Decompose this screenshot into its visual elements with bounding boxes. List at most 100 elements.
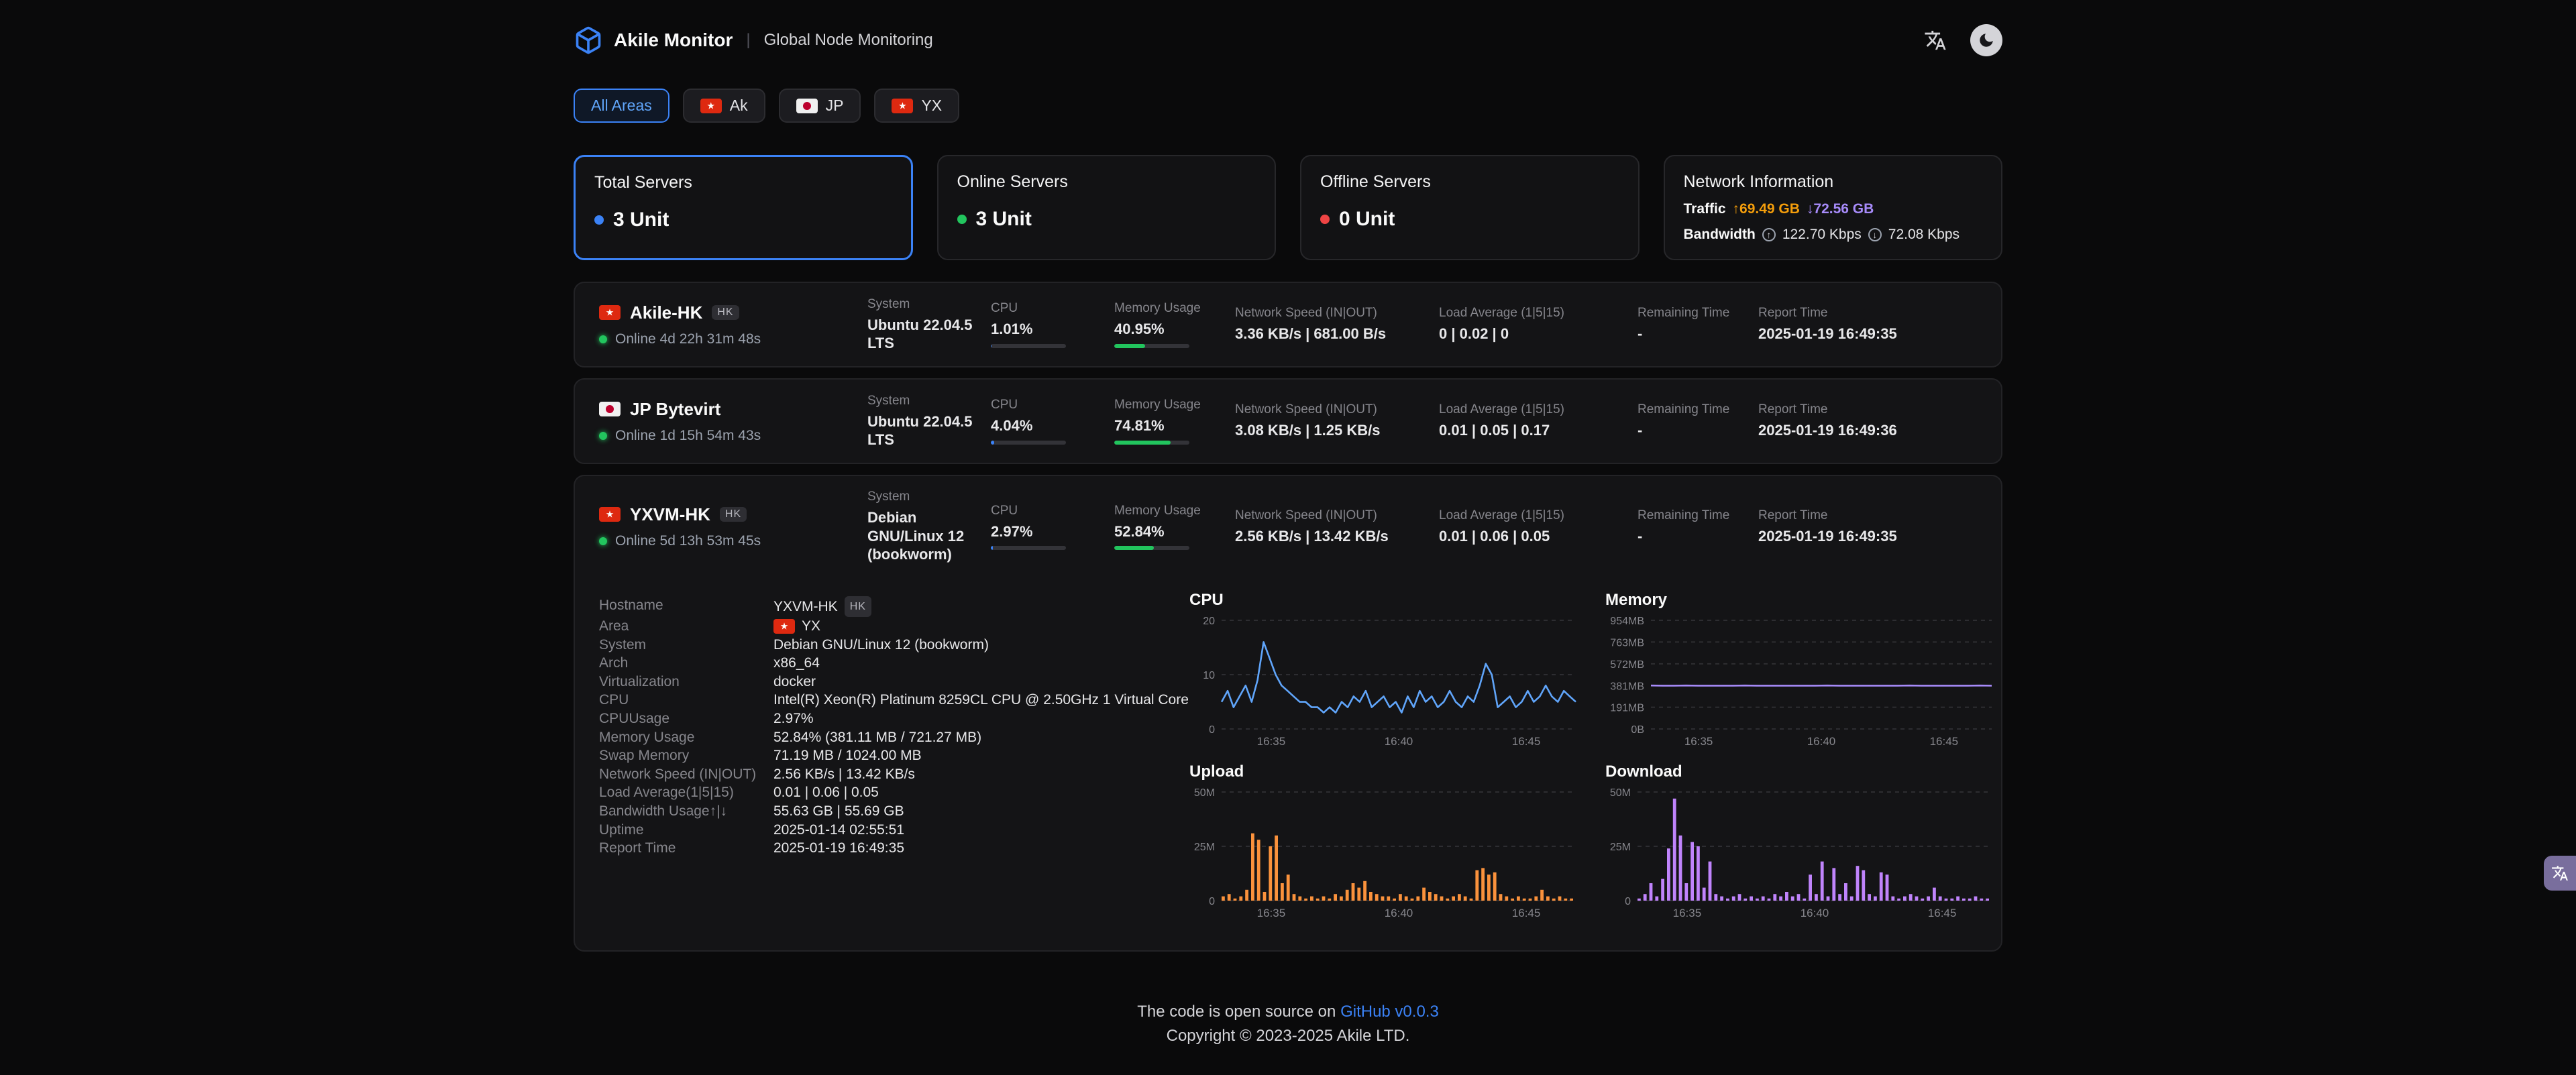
server-name: Akile-HK <box>630 302 702 323</box>
filter-label: YX <box>921 97 942 115</box>
brand-divider: | <box>746 31 750 50</box>
filter-label: JP <box>826 97 844 115</box>
footer-copyright: Copyright © 2023-2025 Akile LTD. <box>574 1027 2002 1045</box>
bandwidth-down-icon: ↓ <box>1868 228 1882 241</box>
info-report-time: Report Time2025-01-19 16:49:35 <box>599 839 1189 858</box>
bandwidth-label: Bandwidth <box>1684 227 1756 243</box>
filter-all-areas[interactable]: All Areas <box>574 89 669 123</box>
chart-title: CPU <box>1189 591 1581 610</box>
online-status-dot <box>599 432 607 440</box>
info-arch: Archx86_64 <box>599 654 1189 673</box>
cpu-cell: CPU2.97% <box>991 504 1114 551</box>
svg-text:16:40: 16:40 <box>1385 735 1413 748</box>
server-row-jp-bytevirt[interactable]: JP Bytevirt Online 1d 15h 54m 43s System… <box>574 378 2002 464</box>
info-cpu-usage: CPUUsage2.97% <box>599 710 1189 728</box>
topbar: Akile Monitor | Global Node Monitoring <box>574 0 2002 56</box>
server-row-akile-hk[interactable]: Akile-HK HK Online 4d 22h 31m 48s System… <box>574 282 2002 367</box>
server-list: Akile-HK HK Online 4d 22h 31m 48s System… <box>574 282 2002 952</box>
app-subtitle: Global Node Monitoring <box>764 31 933 50</box>
svg-text:16:40: 16:40 <box>1807 735 1836 748</box>
filter-yx[interactable]: YX <box>874 89 959 123</box>
memory-progress-bar <box>1114 344 1189 348</box>
status-text: Online 5d 13h 53m 45s <box>615 533 761 549</box>
floating-translate-button[interactable] <box>2544 856 2576 891</box>
traffic-up-value: ↑69.49 GB <box>1733 201 1800 217</box>
memory-progress-bar <box>1114 441 1189 445</box>
info-cpu: CPUIntel(R) Xeon(R) Platinum 8259CL CPU … <box>599 691 1189 710</box>
filter-label: All Areas <box>591 97 652 115</box>
status-text: Online 4d 22h 31m 48s <box>615 331 761 347</box>
card-title: Online Servers <box>957 172 1256 192</box>
download-chart: Download 025M50M16:3516:4016:45 <box>1605 762 1997 921</box>
report-cell: Report Time2025-01-19 16:49:36 <box>1758 402 1977 440</box>
github-link[interactable]: GitHub v0.0.3 <box>1340 1003 1439 1021</box>
remaining-cell: Remaining Time- <box>1638 402 1758 440</box>
svg-text:16:45: 16:45 <box>1512 907 1541 919</box>
region-badge: HK <box>720 507 747 522</box>
info-system: SystemDebian GNU/Linux 12 (bookworm) <box>599 636 1189 655</box>
filter-jp[interactable]: JP <box>779 89 861 123</box>
svg-text:25M: 25M <box>1194 842 1215 853</box>
online-servers-card[interactable]: Online Servers 3 Unit <box>937 155 1277 260</box>
svg-text:0: 0 <box>1209 724 1215 736</box>
memory-progress-bar <box>1114 546 1189 550</box>
online-dot-icon <box>957 215 967 224</box>
chart-title: Upload <box>1189 762 1581 781</box>
info-swap-memory: Swap Memory71.19 MB / 1024.00 MB <box>599 746 1189 765</box>
network-cell: Network Speed (IN|OUT)3.36 KB/s | 681.00… <box>1235 306 1439 343</box>
card-title: Total Servers <box>594 173 892 192</box>
hk-flag-icon <box>700 99 722 113</box>
svg-text:16:45: 16:45 <box>1928 907 1957 919</box>
online-status-dot <box>599 537 607 545</box>
app-logo-cube-icon <box>574 25 603 55</box>
memory-cell: Memory Usage74.81% <box>1114 398 1235 445</box>
bandwidth-line: Bandwidth ↑ 122.70 Kbps ↓ 72.08 Kbps <box>1684 227 1983 243</box>
total-servers-card[interactable]: Total Servers 3 Unit <box>574 155 913 260</box>
svg-text:16:45: 16:45 <box>1930 735 1959 748</box>
svg-text:20: 20 <box>1203 616 1215 627</box>
svg-text:50M: 50M <box>1194 787 1215 799</box>
total-servers-value: 3 Unit <box>613 209 669 231</box>
info-bandwidth-usage: Bandwidth Usage↑|↓55.63 GB | 55.69 GB <box>599 802 1189 821</box>
svg-text:16:40: 16:40 <box>1801 907 1829 919</box>
app-name: Akile Monitor <box>614 30 733 51</box>
brand: Akile Monitor | Global Node Monitoring <box>574 25 933 55</box>
svg-text:16:45: 16:45 <box>1512 735 1541 748</box>
card-title: Offline Servers <box>1320 172 1619 192</box>
system-cell: SystemUbuntu 22.04.5 LTS <box>867 394 991 449</box>
jp-flag-icon <box>599 402 621 416</box>
dark-mode-toggle[interactable] <box>1970 24 2002 56</box>
filter-label: Ak <box>730 97 748 115</box>
translate-icon[interactable] <box>1919 24 1951 56</box>
server-row-yxvm-hk[interactable]: YXVM-HK HK Online 5d 13h 53m 45s SystemD… <box>574 475 2002 952</box>
footer-open-source-line: The code is open source on GitHub v0.0.3 <box>574 1003 2002 1021</box>
name-cell: YXVM-HK HK Online 5d 13h 53m 45s <box>599 504 867 549</box>
load-cell: Load Average (1|5|15)0.01 | 0.06 | 0.05 <box>1439 508 1638 546</box>
cpu-cell: CPU4.04% <box>991 398 1114 445</box>
top-actions <box>1919 24 2002 56</box>
svg-text:0: 0 <box>1209 896 1215 907</box>
svg-text:16:40: 16:40 <box>1385 907 1413 919</box>
region-badge: HK <box>712 305 739 320</box>
svg-text:16:35: 16:35 <box>1257 907 1286 919</box>
offline-servers-card[interactable]: Offline Servers 0 Unit <box>1300 155 1640 260</box>
footer-text: The code is open source on <box>1137 1003 1336 1021</box>
server-name: JP Bytevirt <box>630 399 720 420</box>
bandwidth-up-icon: ↑ <box>1762 228 1776 241</box>
cpu-progress-bar <box>991 441 1066 445</box>
traffic-line: Traffic ↑69.49 GB ↓72.56 GB <box>1684 201 1983 217</box>
hk-flag-icon <box>892 99 913 113</box>
stat-cards: Total Servers 3 Unit Online Servers 3 Un… <box>574 155 2002 260</box>
svg-text:191MB: 191MB <box>1610 702 1644 714</box>
cpu-progress-bar <box>991 344 1066 348</box>
filter-ak[interactable]: Ak <box>683 89 765 123</box>
cpu-progress-bar <box>991 546 1066 550</box>
traffic-label: Traffic <box>1684 201 1726 217</box>
svg-text:572MB: 572MB <box>1610 659 1644 670</box>
remaining-cell: Remaining Time- <box>1638 508 1758 546</box>
chart-title: Memory <box>1605 591 1997 610</box>
svg-text:16:35: 16:35 <box>1673 907 1702 919</box>
offline-dot-icon <box>1320 215 1330 224</box>
total-dot-icon <box>594 215 604 225</box>
online-servers-value: 3 Unit <box>976 208 1032 231</box>
